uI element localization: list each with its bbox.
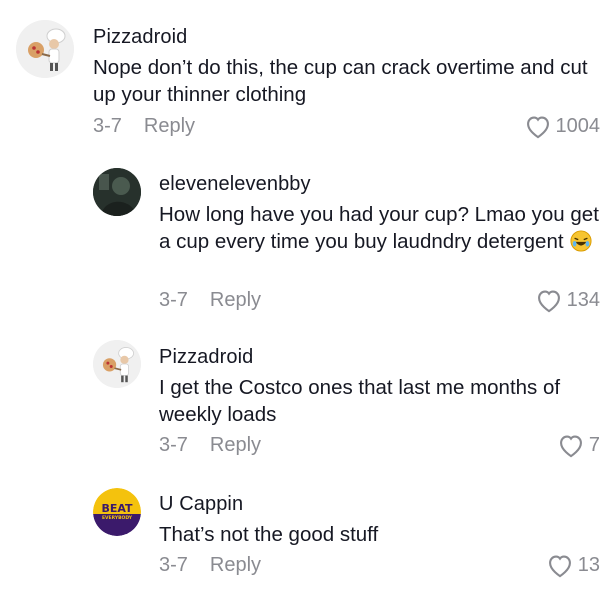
comment-body: Pizzadroid I get the Costco ones that la… bbox=[159, 344, 603, 428]
comment-meta: 3-7 Reply bbox=[159, 287, 261, 313]
comment-body: U Cappin That’s not the good stuff bbox=[159, 491, 603, 548]
like-count: 13 bbox=[577, 554, 600, 576]
heart-icon bbox=[526, 116, 549, 139]
username[interactable]: Pizzadroid bbox=[159, 344, 603, 370]
comment-item: BEAT EVERYBODY U Cappin That’s not the g… bbox=[0, 480, 604, 602]
avatar[interactable] bbox=[16, 20, 74, 78]
heart-icon bbox=[559, 435, 582, 458]
comment-meta: 3-7 Reply bbox=[93, 113, 195, 139]
logo-text-beat: BEAT bbox=[101, 502, 133, 515]
reply-button[interactable]: Reply bbox=[210, 554, 261, 576]
like-button[interactable]: 1004 bbox=[524, 113, 601, 139]
reply-button[interactable]: Reply bbox=[210, 434, 261, 456]
username[interactable]: U Cappin bbox=[159, 491, 603, 517]
username[interactable]: Pizzadroid bbox=[93, 24, 603, 50]
comment-text: I get the Costco ones that last me month… bbox=[159, 376, 561, 426]
pizza-chef-icon bbox=[93, 340, 141, 388]
comment-meta: 3-7 Reply bbox=[159, 552, 261, 578]
comment-date: 3-7 bbox=[159, 434, 188, 456]
avatar[interactable] bbox=[93, 168, 141, 216]
logo-text-everybody: EVERYBODY bbox=[102, 515, 133, 521]
comment-body: elevenelevenbby How long have you had yo… bbox=[159, 171, 603, 255]
comment-text: Nope don’t do this, the cup can crack ov… bbox=[93, 56, 588, 106]
dark-photo-icon bbox=[93, 168, 141, 216]
comment-text: That’s not the good stuff bbox=[159, 523, 379, 546]
comment-text: How long have you had your cup? Lmao you… bbox=[159, 203, 599, 253]
comment-date: 3-7 bbox=[159, 554, 188, 576]
beat-everybody-logo: BEAT EVERYBODY bbox=[93, 488, 141, 536]
like-count: 7 bbox=[588, 434, 600, 456]
like-button[interactable]: 13 bbox=[546, 552, 600, 578]
comment-item: Pizzadroid I get the Costco ones that la… bbox=[0, 330, 604, 480]
like-count: 1004 bbox=[555, 115, 601, 137]
like-button[interactable]: 7 bbox=[557, 432, 600, 458]
comment-item: elevenelevenbby How long have you had yo… bbox=[0, 160, 604, 330]
pizza-chef-icon bbox=[16, 20, 74, 78]
comment-date: 3-7 bbox=[159, 289, 188, 311]
avatar[interactable] bbox=[93, 340, 141, 388]
heart-icon bbox=[548, 555, 571, 578]
reply-button[interactable]: Reply bbox=[144, 115, 195, 137]
comment-item: Pizzadroid Nope don’t do this, the cup c… bbox=[0, 0, 604, 160]
heart-icon bbox=[537, 290, 560, 313]
laughing-emoji-icon bbox=[570, 230, 592, 252]
like-button[interactable]: 134 bbox=[535, 287, 600, 313]
like-count: 134 bbox=[566, 289, 600, 311]
comment-date: 3-7 bbox=[93, 115, 122, 137]
comment-body: Pizzadroid Nope don’t do this, the cup c… bbox=[93, 24, 603, 108]
reply-button[interactable]: Reply bbox=[210, 289, 261, 311]
comment-meta: 3-7 Reply bbox=[159, 432, 261, 458]
avatar[interactable]: BEAT EVERYBODY bbox=[93, 488, 141, 536]
username[interactable]: elevenelevenbby bbox=[159, 171, 603, 197]
